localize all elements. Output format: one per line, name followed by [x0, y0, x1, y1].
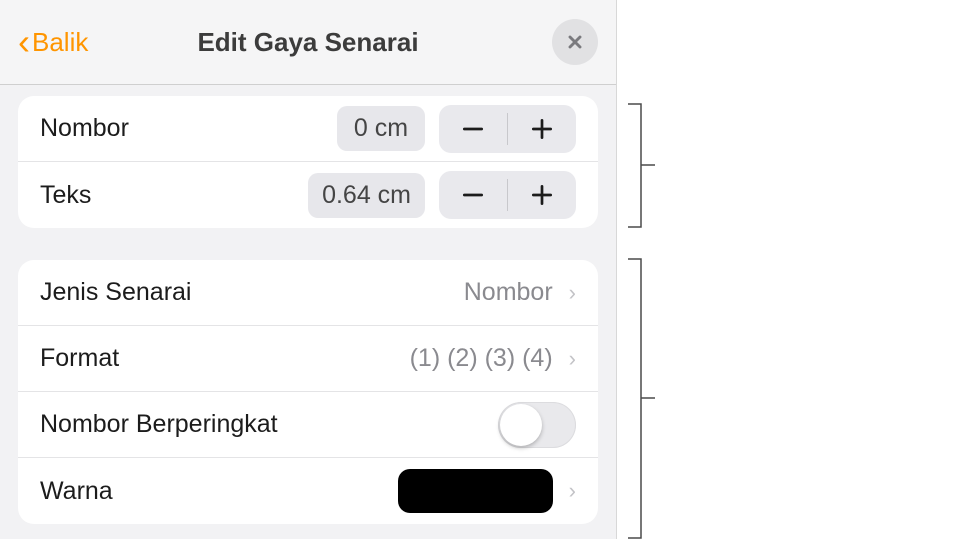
chevron-right-icon: › — [569, 478, 576, 504]
list-settings-card: Jenis Senarai Nombor › Format (1) (2) (3… — [18, 260, 598, 524]
plus-icon — [529, 182, 555, 208]
plus-icon — [529, 116, 555, 142]
list-type-value: Nombor — [464, 278, 553, 307]
text-indent-row: Teks 0.64 cm — [18, 162, 598, 228]
number-indent-decrement[interactable] — [439, 105, 507, 153]
list-type-label: Jenis Senarai — [40, 278, 191, 307]
panel-content: Nombor 0 cm Teks 0.64 cm — [0, 85, 616, 539]
color-label: Warna — [40, 477, 113, 506]
number-indent-label: Nombor — [40, 114, 129, 143]
minus-icon — [460, 182, 486, 208]
close-icon — [565, 32, 585, 52]
toggle-knob — [500, 404, 542, 446]
indent-card: Nombor 0 cm Teks 0.64 cm — [18, 96, 598, 228]
text-indent-stepper — [439, 171, 576, 219]
close-button[interactable] — [552, 19, 598, 65]
text-indent-decrement[interactable] — [439, 171, 507, 219]
back-label: Balik — [32, 27, 88, 58]
back-button[interactable]: ‹ Balik — [18, 24, 88, 60]
color-swatch — [398, 469, 553, 513]
number-indent-increment[interactable] — [508, 105, 576, 153]
edit-list-style-panel: ‹ Balik Edit Gaya Senarai Nombor 0 cm — [0, 0, 617, 539]
list-type-row[interactable]: Jenis Senarai Nombor › — [18, 260, 598, 326]
panel-header: ‹ Balik Edit Gaya Senarai — [0, 0, 616, 85]
text-indent-value[interactable]: 0.64 cm — [308, 173, 425, 218]
tiered-numbers-row: Nombor Berperingkat — [18, 392, 598, 458]
minus-icon — [460, 116, 486, 142]
text-indent-label: Teks — [40, 181, 91, 210]
chevron-right-icon: › — [569, 346, 576, 372]
tiered-numbers-toggle[interactable] — [498, 402, 576, 448]
number-indent-value[interactable]: 0 cm — [337, 106, 425, 151]
number-indent-stepper — [439, 105, 576, 153]
text-indent-increment[interactable] — [508, 171, 576, 219]
callout-bracket-bottom — [627, 258, 657, 539]
format-row[interactable]: Format (1) (2) (3) (4) › — [18, 326, 598, 392]
chevron-right-icon: › — [569, 280, 576, 306]
callout-bracket-top — [627, 103, 657, 228]
panel-title: Edit Gaya Senarai — [0, 27, 616, 58]
format-label: Format — [40, 344, 119, 373]
tiered-numbers-label: Nombor Berperingkat — [40, 410, 278, 439]
number-indent-row: Nombor 0 cm — [18, 96, 598, 162]
chevron-left-icon: ‹ — [18, 24, 30, 60]
format-value: (1) (2) (3) (4) — [410, 344, 553, 373]
color-row[interactable]: Warna › — [18, 458, 598, 524]
